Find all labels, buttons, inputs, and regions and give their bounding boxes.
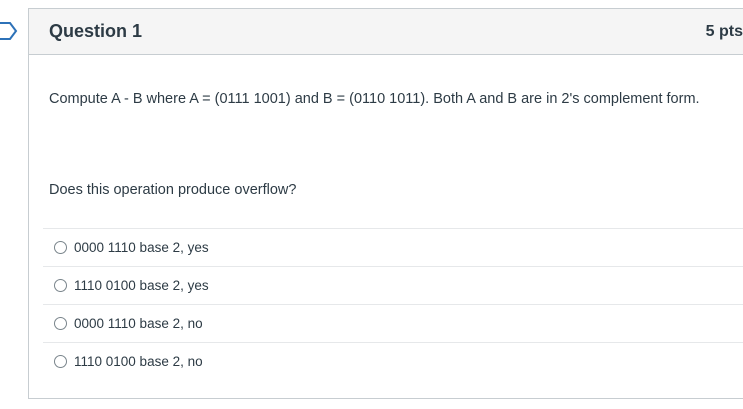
radio-button-icon[interactable] <box>54 317 67 330</box>
question-prompt: Does this operation produce overflow? <box>49 182 297 198</box>
question-header: Question 1 5 pts <box>29 9 743 55</box>
answer-label: 0000 1110 base 2, no <box>74 316 203 331</box>
question-title: Question 1 <box>49 21 143 41</box>
flag-question-icon[interactable] <box>0 21 18 41</box>
question-points: 5 pts <box>705 23 743 40</box>
answer-option[interactable]: 1110 0100 base 2, no <box>43 342 743 380</box>
answer-option[interactable]: 0000 1110 base 2, no <box>43 304 743 342</box>
question-text: Compute A - B where A = (0111 1001) and … <box>49 91 700 107</box>
quiz-page: Question 1 5 pts Compute A - B where A =… <box>0 0 743 409</box>
answer-label: 0000 1110 base 2, yes <box>74 240 209 255</box>
question-body: Compute A - B where A = (0111 1001) and … <box>49 87 743 111</box>
answer-label: 1110 0100 base 2, no <box>74 354 203 369</box>
radio-button-icon[interactable] <box>54 355 67 368</box>
radio-button-icon[interactable] <box>54 241 67 254</box>
answer-option[interactable]: 1110 0100 base 2, yes <box>43 266 743 304</box>
radio-button-icon[interactable] <box>54 279 67 292</box>
answer-option[interactable]: 0000 1110 base 2, yes <box>43 228 743 266</box>
question-card: Question 1 5 pts Compute A - B where A =… <box>28 8 743 399</box>
answer-list: 0000 1110 base 2, yes 1110 0100 base 2, … <box>43 228 743 380</box>
answer-label: 1110 0100 base 2, yes <box>74 278 209 293</box>
